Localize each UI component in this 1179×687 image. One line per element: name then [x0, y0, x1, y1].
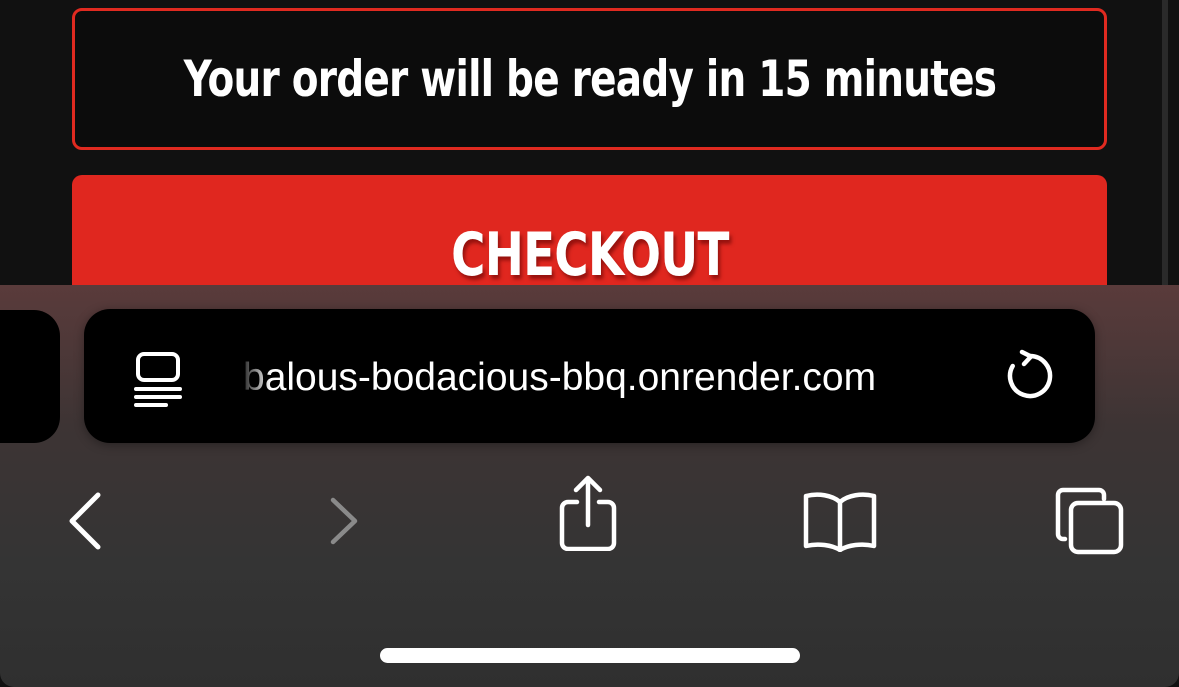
order-eta-banner: Your order will be ready in 15 minutes: [72, 8, 1107, 150]
url-text[interactable]: balous-bodacious-bbq.onrender.com: [243, 353, 973, 403]
tabs-icon: [1055, 487, 1125, 560]
book-icon: [802, 490, 878, 557]
browser-bottom-bar: balous-bodacious-bbq.onrender.com: [0, 285, 1179, 687]
forward-button[interactable]: [303, 483, 383, 563]
page-scrollbar[interactable]: [1162, 0, 1168, 290]
order-eta-text: Your order will be ready in 15 minutes: [183, 50, 996, 108]
chevron-left-icon: [66, 491, 106, 556]
share-button[interactable]: [548, 475, 628, 555]
reload-icon[interactable]: [1003, 349, 1057, 403]
home-indicator[interactable]: [380, 648, 800, 663]
back-button[interactable]: [46, 483, 126, 563]
chevron-right-icon: [323, 496, 363, 551]
bookmarks-button[interactable]: [798, 483, 882, 563]
tabs-button[interactable]: [1050, 483, 1130, 563]
page-menu-icon[interactable]: [134, 351, 184, 407]
previous-tab-preview[interactable]: [0, 310, 60, 443]
share-icon: [556, 475, 620, 556]
